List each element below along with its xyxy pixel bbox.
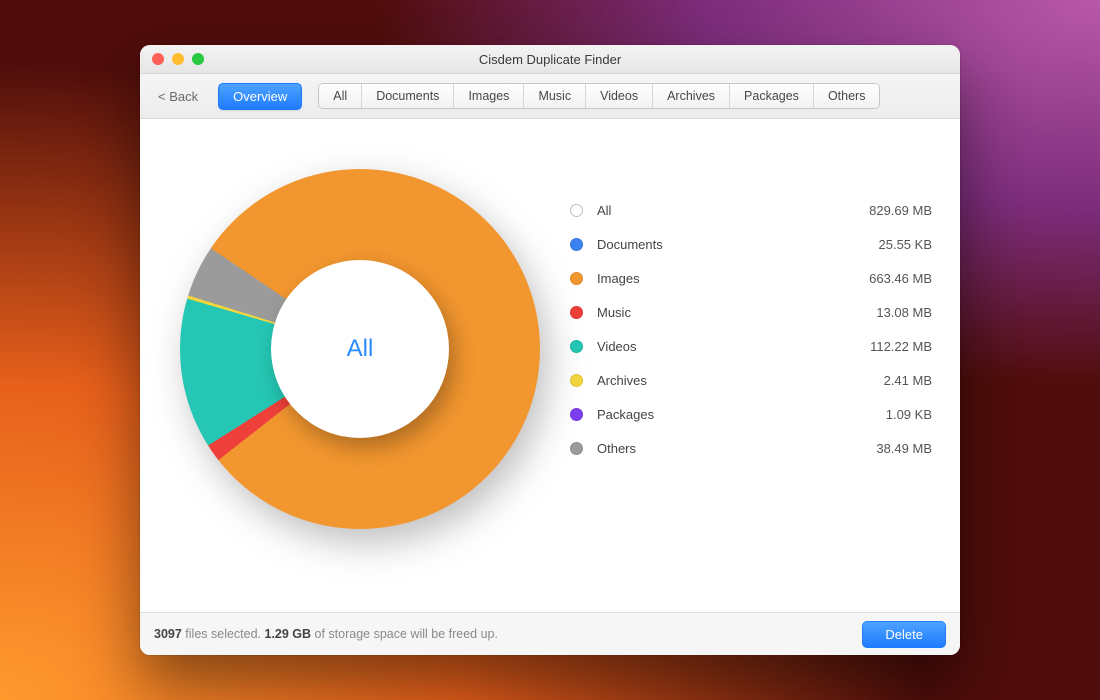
tab-documents[interactable]: Documents <box>362 84 454 108</box>
legend-row-videos[interactable]: Videos112.22 MB <box>570 329 932 363</box>
delete-button[interactable]: Delete <box>862 621 946 648</box>
titlebar[interactable]: Cisdem Duplicate Finder <box>140 45 960 74</box>
legend-value: 112.22 MB <box>832 339 932 354</box>
tab-others[interactable]: Others <box>814 84 880 108</box>
fullscreen-icon[interactable] <box>192 53 204 65</box>
tab-images[interactable]: Images <box>454 84 524 108</box>
legend-value: 25.55 KB <box>832 237 932 252</box>
tab-music[interactable]: Music <box>524 84 586 108</box>
status-text: 3097 files selected. 1.29 GB of storage … <box>154 627 498 641</box>
legend-row-others[interactable]: Others38.49 MB <box>570 431 932 465</box>
legend-row-music[interactable]: Music13.08 MB <box>570 295 932 329</box>
tab-all[interactable]: All <box>319 84 362 108</box>
legend-swatch <box>570 408 583 421</box>
overview-button[interactable]: Overview <box>218 83 302 110</box>
legend-value: 829.69 MB <box>832 203 932 218</box>
legend-swatch <box>570 272 583 285</box>
legend-row-documents[interactable]: Documents25.55 KB <box>570 227 932 261</box>
legend-label: Images <box>597 271 832 286</box>
legend-swatch <box>570 340 583 353</box>
tab-packages[interactable]: Packages <box>730 84 814 108</box>
footer: 3097 files selected. 1.29 GB of storage … <box>140 612 960 655</box>
legend-swatch <box>570 442 583 455</box>
legend-label: Others <box>597 441 832 456</box>
selected-count: 3097 <box>154 627 182 641</box>
app-window: Cisdem Duplicate Finder < Back Overview … <box>140 45 960 655</box>
legend-row-all[interactable]: All829.69 MB <box>570 193 932 227</box>
legend-swatch <box>570 306 583 319</box>
donut-chart: All <box>180 169 540 529</box>
legend-row-archives[interactable]: Archives2.41 MB <box>570 363 932 397</box>
legend-swatch <box>570 238 583 251</box>
window-title: Cisdem Duplicate Finder <box>140 52 960 67</box>
legend-row-packages[interactable]: Packages1.09 KB <box>570 397 932 431</box>
category-tabs: AllDocumentsImagesMusicVideosArchivesPac… <box>318 83 880 109</box>
legend-label: Videos <box>597 339 832 354</box>
close-icon[interactable] <box>152 53 164 65</box>
freed-size: 1.29 GB <box>265 627 312 641</box>
tab-videos[interactable]: Videos <box>586 84 653 108</box>
back-button[interactable]: < Back <box>150 85 206 108</box>
legend-value: 2.41 MB <box>832 373 932 388</box>
content-area: All All829.69 MBDocuments25.55 KBImages6… <box>140 119 960 612</box>
legend-label: Archives <box>597 373 832 388</box>
legend: All829.69 MBDocuments25.55 KBImages663.4… <box>570 149 932 602</box>
legend-value: 663.46 MB <box>832 271 932 286</box>
legend-label: Music <box>597 305 832 320</box>
legend-row-images[interactable]: Images663.46 MB <box>570 261 932 295</box>
minimize-icon[interactable] <box>172 53 184 65</box>
legend-label: Packages <box>597 407 832 422</box>
legend-label: All <box>597 203 832 218</box>
donut-center-label: All <box>271 260 449 438</box>
legend-label: Documents <box>597 237 832 252</box>
chart-area: All <box>170 149 550 602</box>
legend-value: 38.49 MB <box>832 441 932 456</box>
tab-archives[interactable]: Archives <box>653 84 730 108</box>
legend-value: 13.08 MB <box>832 305 932 320</box>
legend-swatch <box>570 374 583 387</box>
legend-value: 1.09 KB <box>832 407 932 422</box>
toolbar: < Back Overview AllDocumentsImagesMusicV… <box>140 74 960 119</box>
legend-swatch <box>570 204 583 217</box>
